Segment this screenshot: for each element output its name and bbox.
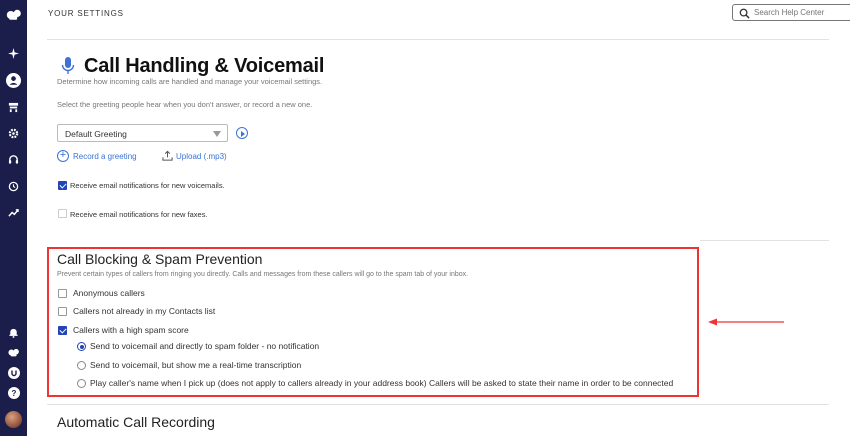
sparkle-icon[interactable]	[5, 45, 22, 62]
caller-name-radio[interactable]	[77, 379, 86, 388]
email-fax-label: Receive email notifications for new faxe…	[70, 210, 208, 219]
dialpad-logo-icon[interactable]	[4, 6, 23, 23]
dialpad-small-icon[interactable]	[5, 344, 22, 361]
search-icon	[739, 8, 750, 19]
anonymous-callers-label: Anonymous callers	[73, 288, 145, 298]
page-header-title: YOUR SETTINGS	[48, 9, 124, 18]
transcription-radio[interactable]	[77, 361, 86, 370]
email-voicemail-label: Receive email notifications for new voic…	[70, 181, 225, 190]
avatar[interactable]	[5, 411, 22, 428]
not-in-contacts-label: Callers not already in my Contacts list	[73, 306, 216, 316]
not-in-contacts-checkbox[interactable]	[58, 307, 67, 316]
bell-icon[interactable]	[5, 324, 22, 341]
history-icon[interactable]	[5, 178, 22, 195]
highlight-box	[47, 247, 699, 397]
globe-icon[interactable]	[5, 364, 22, 381]
email-fax-checkbox[interactable]	[58, 209, 67, 218]
play-greeting-button[interactable]	[236, 127, 248, 139]
annotation-arrow-icon	[708, 318, 784, 326]
caller-name-label: Play caller's name when I pick up (does …	[90, 378, 674, 388]
divider	[47, 404, 829, 405]
sidebar: ?	[0, 0, 27, 436]
trend-icon[interactable]	[5, 204, 22, 221]
search-box[interactable]	[732, 4, 850, 21]
upload-icon[interactable]	[162, 150, 173, 161]
person-icon[interactable]	[5, 72, 22, 89]
svg-text:?: ?	[11, 389, 16, 398]
search-input[interactable]	[754, 6, 850, 19]
email-voicemail-checkbox[interactable]	[58, 181, 67, 190]
call-blocking-title: Call Blocking & Spam Prevention	[57, 251, 263, 267]
greeting-select-value: Default Greeting	[65, 129, 127, 139]
page-description: Determine how incoming calls are handled…	[57, 77, 323, 86]
greeting-select[interactable]: Default Greeting	[57, 124, 228, 142]
office-icon[interactable]	[5, 99, 22, 116]
high-spam-score-label: Callers with a high spam score	[73, 325, 189, 335]
record-greeting-icon[interactable]: +	[57, 150, 69, 162]
greeting-prompt: Select the greeting people hear when you…	[57, 100, 313, 109]
divider	[47, 39, 829, 40]
transcription-label: Send to voicemail, but show me a real-ti…	[90, 360, 302, 370]
call-recording-title: Automatic Call Recording	[57, 414, 215, 430]
spam-folder-label: Send to voicemail and directly to spam f…	[90, 341, 320, 351]
divider	[700, 240, 829, 241]
topbar: YOUR SETTINGS	[27, 0, 850, 27]
headset-icon[interactable]	[5, 151, 22, 168]
help-icon[interactable]: ?	[5, 384, 22, 401]
page-title: Call Handling & Voicemail	[84, 55, 325, 77]
spam-folder-radio[interactable]	[77, 342, 86, 351]
call-blocking-description: Prevent certain types of callers from ri…	[57, 271, 469, 278]
microphone-icon	[61, 57, 75, 74]
anonymous-callers-checkbox[interactable]	[58, 289, 67, 298]
high-spam-score-checkbox[interactable]	[58, 326, 67, 335]
upload-mp3-link[interactable]: Upload (.mp3)	[176, 152, 227, 161]
record-greeting-link[interactable]: Record a greeting	[73, 152, 137, 161]
gear-icon[interactable]	[5, 125, 22, 142]
dropdown-caret-icon	[213, 131, 221, 137]
